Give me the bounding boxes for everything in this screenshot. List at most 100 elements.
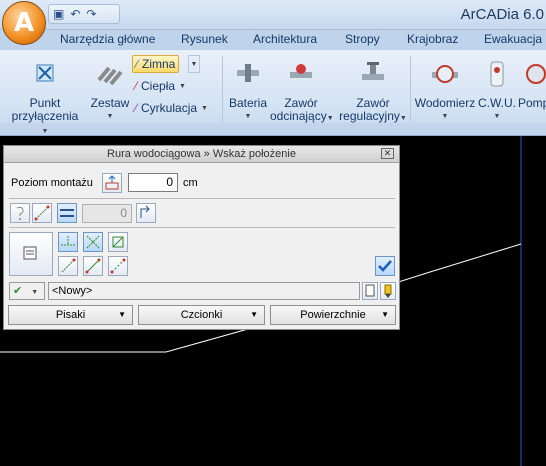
- chevron-down-icon: ▼: [190, 60, 198, 68]
- branch-icon: [61, 236, 75, 246]
- draw-mode-3[interactable]: [108, 232, 128, 252]
- ciepla-label: Ciepła: [141, 79, 176, 93]
- save-icon[interactable]: ▣: [53, 7, 64, 21]
- tab-architektura[interactable]: Architektura: [253, 32, 317, 46]
- properties-icon: [23, 246, 37, 260]
- ribbon-tabs: Narzędzia główne Rysunek Architektura St…: [0, 30, 546, 50]
- water-heater-icon: [490, 61, 504, 87]
- tab-ewakuacja[interactable]: Ewakuacja: [484, 32, 542, 46]
- draw-mode-1[interactable]: [58, 232, 78, 252]
- zimna-dropdown-button[interactable]: ▼: [188, 55, 200, 73]
- chevron-down-icon: ▼: [179, 82, 186, 90]
- tab-rysunek[interactable]: Rysunek: [181, 32, 228, 46]
- zestaw-label: Zestaw: [90, 96, 130, 110]
- app-logo-icon: A: [13, 8, 35, 38]
- wodomierz-label: Wodomierz: [414, 96, 476, 110]
- water-meter-icon: [432, 65, 458, 83]
- cyrkulacja-label: Cyrkulacja: [141, 101, 198, 115]
- cwu-label: C.W.U.: [478, 96, 516, 110]
- wodomierz-button[interactable]: Wodomierz ▼: [413, 60, 477, 123]
- question-pipe-icon: [16, 206, 24, 220]
- draw-mode-6[interactable]: [108, 256, 128, 276]
- draw-mode-4[interactable]: [58, 256, 78, 276]
- dialog-title-bar[interactable]: Rura wodociągowa » Wskaż położenie ✕: [4, 146, 399, 163]
- czcionki-label: Czcionki: [180, 309, 223, 321]
- check-icon: ✔: [13, 285, 23, 297]
- chevron-down-icon: ▼: [399, 115, 407, 122]
- title-bar: ▣ ↶ ↷ ArCADia 6.0: [0, 0, 546, 30]
- cyrkulacja-button[interactable]: ⁄ Cyrkulacja ▼: [135, 101, 208, 115]
- zestaw-button[interactable]: Zestaw ▼: [88, 60, 132, 123]
- poziom-montazu-input[interactable]: 0: [128, 173, 178, 192]
- disabled-value-field: 0: [82, 204, 132, 223]
- box-x-icon: [112, 236, 124, 248]
- layer-options-button[interactable]: [362, 282, 378, 300]
- tool-button-2[interactable]: [32, 203, 52, 223]
- pipe-set-icon: [97, 66, 123, 86]
- connection-point-icon: [36, 64, 54, 82]
- ribbon-separator: [410, 56, 411, 122]
- tab-narzedzia-glowne[interactable]: Narzędzia główne: [60, 32, 155, 46]
- cwu-button[interactable]: C.W.U. ▼: [478, 60, 516, 123]
- shutoff-valve-icon: [290, 64, 312, 78]
- chevron-down-icon: ▼: [250, 310, 258, 319]
- application-menu-button[interactable]: A: [2, 1, 46, 45]
- poziom-unit: cm: [183, 177, 198, 189]
- draw-mode-5[interactable]: [83, 256, 103, 276]
- punkt-przylaczenia-button[interactable]: Punkt przyłączenia ▼: [8, 60, 82, 138]
- draw-mode-2[interactable]: [83, 232, 103, 252]
- tool-button-3[interactable]: [57, 203, 77, 223]
- cross-icon: [86, 235, 100, 249]
- ciepla-button[interactable]: ⁄ Ciepła ▼: [135, 79, 186, 93]
- powierzchnie-dropdown[interactable]: Powierzchnie ▼: [270, 305, 396, 325]
- pen-color-icon: [384, 284, 392, 298]
- zimna-button[interactable]: ⁄ Zimna: [132, 55, 180, 73]
- dialog-title: Rura wodociągowa » Wskaż położenie: [107, 148, 296, 160]
- pick-level-button[interactable]: [102, 173, 122, 193]
- confirm-button[interactable]: [375, 256, 395, 276]
- chevron-down-icon: ▼: [31, 289, 39, 296]
- document-icon: [365, 284, 375, 297]
- chevron-down-icon: ▼: [41, 128, 49, 135]
- pump-icon: [526, 64, 546, 84]
- close-icon[interactable]: ✕: [381, 148, 394, 159]
- rotate-icon: [140, 205, 150, 218]
- segment-icon: [85, 258, 101, 274]
- parallel-lines-icon: [60, 209, 74, 217]
- chevron-down-icon: ▼: [244, 113, 252, 120]
- bateria-button[interactable]: Bateria ▼: [226, 60, 270, 123]
- control-valve-icon: [362, 62, 384, 80]
- zawor-odcinajacy-button[interactable]: Zawór odcinający▼: [270, 60, 334, 125]
- tab-stropy[interactable]: Stropy: [345, 32, 380, 46]
- app-title: ArCADia 6.0: [460, 6, 544, 23]
- chevron-down-icon: ▼: [106, 113, 114, 120]
- faucet-icon: [237, 64, 259, 82]
- layer-select[interactable]: <Nowy>: [48, 282, 360, 300]
- poziom-montazu-label: Poziom montażu: [11, 177, 93, 189]
- checkmark-icon: [378, 260, 392, 272]
- redo-icon[interactable]: ↷: [86, 7, 96, 21]
- chevron-down-icon: ▼: [201, 104, 208, 112]
- tool-button-4[interactable]: [136, 203, 156, 223]
- pisaki-dropdown[interactable]: Pisaki ▼: [8, 305, 133, 325]
- hot-pipe-icon: ⁄: [135, 79, 138, 93]
- pick-level-icon: [105, 175, 119, 190]
- pompa-label: Pomp: [518, 96, 546, 110]
- pisaki-label: Pisaki: [55, 309, 86, 321]
- rura-dialog: Rura wodociągowa » Wskaż położenie ✕ Poz…: [3, 145, 400, 330]
- ribbon-separator: [222, 56, 223, 122]
- tab-krajobraz[interactable]: Krajobraz: [407, 32, 458, 46]
- quick-access-toolbar: ▣ ↶ ↷: [48, 4, 120, 24]
- pompa-button[interactable]: Pomp: [518, 60, 546, 110]
- undo-icon[interactable]: ↶: [70, 7, 80, 21]
- properties-button[interactable]: [9, 232, 53, 276]
- visibility-toggle[interactable]: ✔ ▼: [9, 282, 45, 300]
- tool-button-1[interactable]: [10, 203, 30, 223]
- zawor-regulacyjny-button[interactable]: Zawór regulacyjny▼: [338, 60, 408, 125]
- layer-color-button[interactable]: [380, 282, 396, 300]
- zawor-reg-label-2: regulacyjny: [339, 109, 400, 123]
- chevron-down-icon: ▼: [118, 310, 126, 319]
- czcionki-dropdown[interactable]: Czcionki ▼: [138, 305, 265, 325]
- divider: [9, 198, 395, 199]
- divider: [9, 227, 395, 228]
